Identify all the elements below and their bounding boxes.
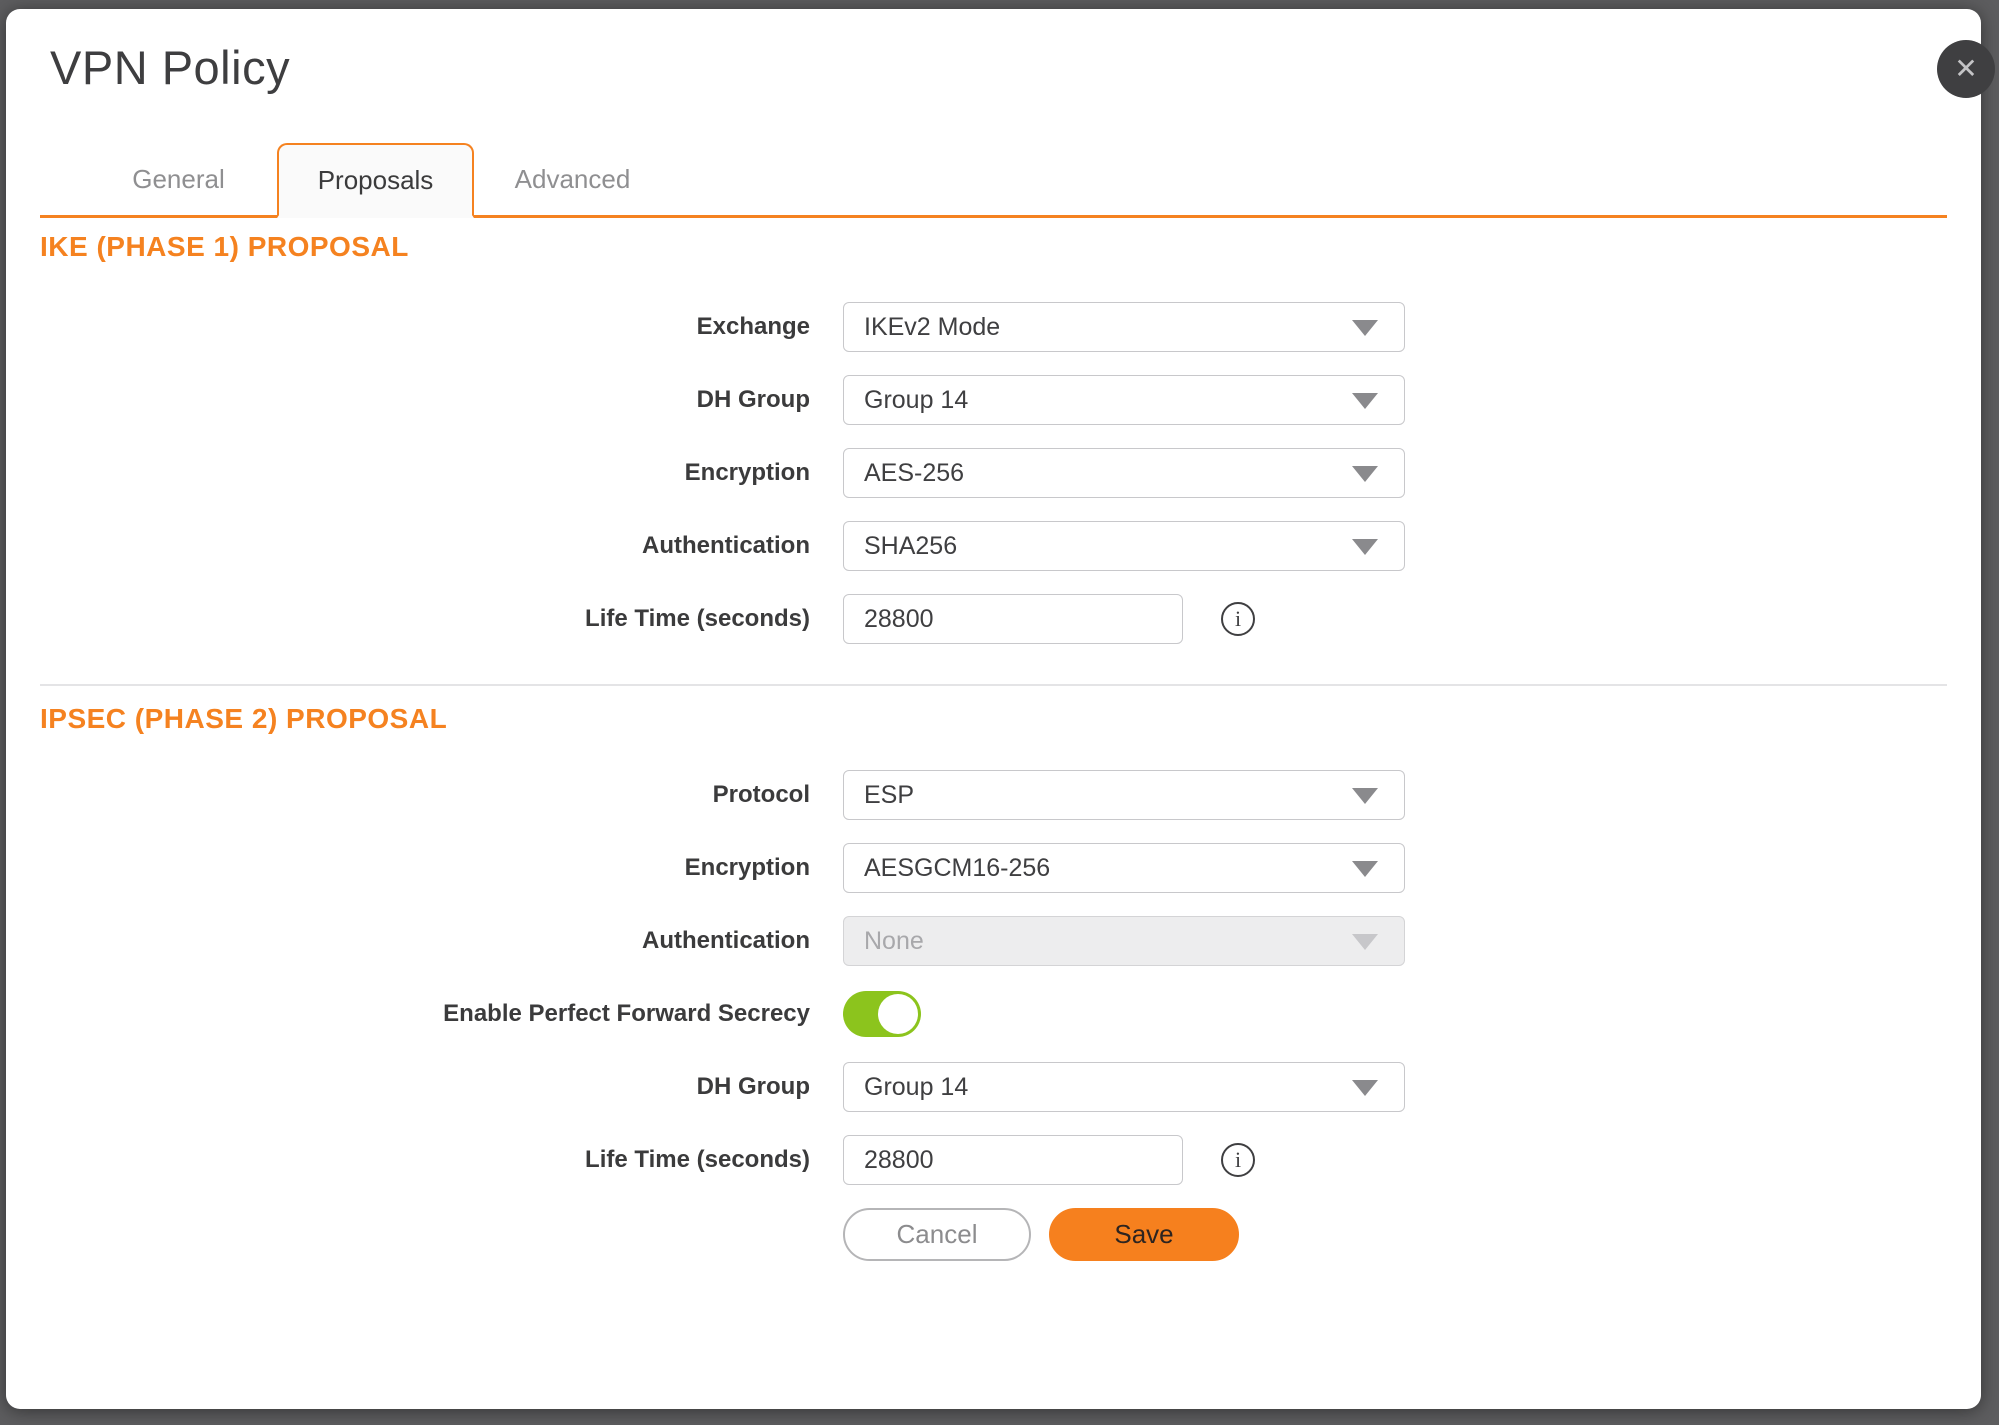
section-divider (40, 684, 1947, 686)
exchange-value: IKEv2 Mode (864, 313, 1000, 342)
lifetime-label: Life Time (seconds) (40, 605, 810, 633)
authentication-select[interactable]: SHA256 (843, 521, 1405, 571)
chevron-down-icon (1352, 320, 1378, 336)
pfs-row: Enable Perfect Forward Secrecy (40, 989, 1947, 1039)
close-button[interactable]: ✕ (1937, 40, 1995, 98)
vpn-policy-dialog: ✕ VPN Policy General Proposals Advanced … (6, 9, 1981, 1409)
chevron-down-icon (1352, 466, 1378, 482)
authentication-value: SHA256 (864, 532, 957, 561)
p2-authentication-label: Authentication (40, 927, 810, 955)
dh-group-select[interactable]: Group 14 (843, 375, 1405, 425)
cancel-button[interactable]: Cancel (843, 1208, 1031, 1261)
p2-dh-group-label: DH Group (40, 1073, 810, 1101)
p2-encryption-value: AESGCM16-256 (864, 854, 1050, 883)
info-icon[interactable]: i (1221, 602, 1255, 636)
footer-actions: Cancel Save (843, 1208, 1947, 1261)
chevron-down-icon (1352, 934, 1378, 950)
protocol-row: Protocol ESP (40, 770, 1947, 820)
close-icon: ✕ (1954, 55, 1977, 83)
tab-general[interactable]: General (80, 143, 277, 215)
exchange-row: Exchange IKEv2 Mode (40, 302, 1947, 352)
dh-group-value: Group 14 (864, 386, 968, 415)
chevron-down-icon (1352, 539, 1378, 555)
p2-authentication-value: None (864, 927, 924, 956)
authentication-row: Authentication SHA256 (40, 521, 1947, 571)
p2-authentication-select: None (843, 916, 1405, 966)
encryption-row: Encryption AES-256 (40, 448, 1947, 498)
exchange-select[interactable]: IKEv2 Mode (843, 302, 1405, 352)
dh-group-row: DH Group Group 14 (40, 375, 1947, 425)
p2-lifetime-row: Life Time (seconds) i (40, 1135, 1947, 1185)
tab-proposals[interactable]: Proposals (277, 143, 474, 218)
exchange-label: Exchange (40, 313, 810, 341)
ipsec-phase2-heading: IPSEC (PHASE 2) PROPOSAL (40, 704, 1947, 734)
p2-dh-group-value: Group 14 (864, 1073, 968, 1102)
ipsec-phase2-form: Protocol ESP Encryption AESGCM16-256 Aut… (40, 770, 1947, 1185)
toggle-knob (878, 994, 918, 1034)
page-title: VPN Policy (50, 39, 1947, 97)
chevron-down-icon (1352, 861, 1378, 877)
dh-group-label: DH Group (40, 386, 810, 414)
save-button[interactable]: Save (1049, 1208, 1239, 1261)
p2-encryption-row: Encryption AESGCM16-256 (40, 843, 1947, 893)
p2-encryption-select[interactable]: AESGCM16-256 (843, 843, 1405, 893)
protocol-value: ESP (864, 781, 914, 810)
pfs-toggle[interactable] (843, 991, 921, 1037)
p2-dh-group-row: DH Group Group 14 (40, 1062, 1947, 1112)
chevron-down-icon (1352, 393, 1378, 409)
pfs-label: Enable Perfect Forward Secrecy (40, 1000, 810, 1028)
encryption-value: AES-256 (864, 459, 964, 488)
p2-lifetime-label: Life Time (seconds) (40, 1146, 810, 1174)
chevron-down-icon (1352, 788, 1378, 804)
lifetime-row: Life Time (seconds) i (40, 594, 1947, 644)
p2-dh-group-select[interactable]: Group 14 (843, 1062, 1405, 1112)
tab-advanced[interactable]: Advanced (474, 143, 671, 215)
protocol-label: Protocol (40, 781, 810, 809)
authentication-label: Authentication (40, 532, 810, 560)
tab-bar: General Proposals Advanced (40, 143, 1947, 218)
chevron-down-icon (1352, 1080, 1378, 1096)
p2-lifetime-input[interactable] (843, 1135, 1183, 1185)
lifetime-input[interactable] (843, 594, 1183, 644)
encryption-select[interactable]: AES-256 (843, 448, 1405, 498)
p2-authentication-row: Authentication None (40, 916, 1947, 966)
p2-encryption-label: Encryption (40, 854, 810, 882)
encryption-label: Encryption (40, 459, 810, 487)
ike-phase1-form: Exchange IKEv2 Mode DH Group Group 14 En… (40, 302, 1947, 644)
protocol-select[interactable]: ESP (843, 770, 1405, 820)
info-icon[interactable]: i (1221, 1143, 1255, 1177)
ike-phase1-heading: IKE (PHASE 1) PROPOSAL (40, 232, 1947, 262)
